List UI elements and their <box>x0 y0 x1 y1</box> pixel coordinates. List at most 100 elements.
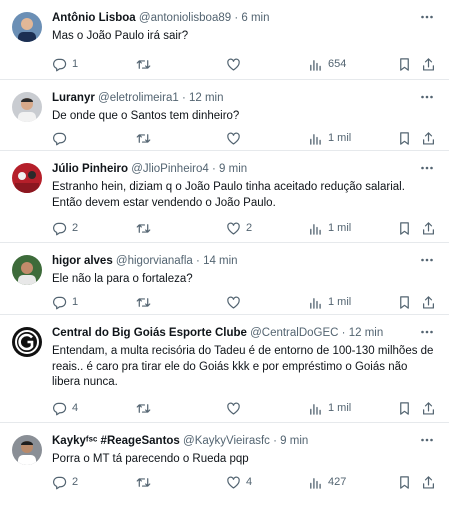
retweet-button[interactable] <box>136 56 156 72</box>
separator-dot: · <box>211 163 216 175</box>
like-button[interactable]: 2 <box>226 220 252 236</box>
avatar[interactable] <box>12 327 42 357</box>
reply-button[interactable]: 2 <box>52 220 78 236</box>
like-button[interactable] <box>226 400 246 416</box>
heart-icon <box>227 222 240 235</box>
like-button[interactable] <box>226 56 246 72</box>
more-options-icon[interactable] <box>419 90 435 104</box>
bookmark-button[interactable] <box>397 220 412 236</box>
retweet-button[interactable] <box>136 400 156 416</box>
share-button[interactable] <box>421 130 436 146</box>
retweet-button[interactable] <box>136 220 156 236</box>
views-button[interactable]: 1 mil <box>308 294 351 310</box>
share-button[interactable] <box>421 220 436 236</box>
author-name[interactable]: Antônio Lisboa <box>52 12 136 24</box>
retweet-button[interactable] <box>136 130 156 146</box>
tweet[interactable]: Antônio Lisboa @antoniolisboa89 · 6 min … <box>0 0 449 80</box>
reply-icon <box>53 222 67 235</box>
author-name[interactable]: Luranyr <box>52 92 95 104</box>
bookmark-icon <box>400 401 409 415</box>
bookmark-button[interactable] <box>397 130 412 146</box>
timestamp[interactable]: 12 min <box>189 92 224 104</box>
separator-dot: · <box>196 255 200 267</box>
tweet-header: Luranyr @eletrolimeira1 · 12 min <box>52 90 435 106</box>
avatar[interactable] <box>12 92 42 122</box>
retweet-icon <box>136 133 151 143</box>
timestamp[interactable]: 9 min <box>280 435 308 447</box>
retweet-icon <box>136 477 151 487</box>
more-options-icon[interactable] <box>419 325 435 339</box>
views-chart-icon <box>310 403 321 415</box>
share-button[interactable] <box>421 474 436 490</box>
reply-icon <box>53 476 67 489</box>
view-count: 1 mil <box>328 296 352 308</box>
retweet-button[interactable] <box>136 474 156 490</box>
bookmark-button[interactable] <box>397 56 412 72</box>
more-options-icon[interactable] <box>419 161 435 175</box>
views-button[interactable]: 427 <box>308 474 346 490</box>
views-button[interactable]: 1 mil <box>308 130 351 146</box>
separator-dot: · <box>341 327 346 339</box>
reply-button[interactable]: 4 <box>52 400 78 416</box>
timestamp[interactable]: 14 min <box>203 255 238 267</box>
views-button[interactable]: 1 mil <box>308 220 351 236</box>
timestamp[interactable]: 9 min <box>219 163 247 175</box>
author-handle[interactable]: @eletrolimeira1 <box>98 92 179 104</box>
tweet-text: Ele não la para o fortaleza? <box>52 273 193 285</box>
more-options-icon[interactable] <box>419 10 435 24</box>
avatar[interactable] <box>12 255 42 285</box>
author-name[interactable]: Central do Big Goiás Esporte Clube <box>52 327 247 339</box>
tweet-text: Entendam, a multa recisória do Tadeu é d… <box>52 345 434 388</box>
bookmark-button[interactable] <box>397 474 412 490</box>
bookmark-icon <box>400 221 409 235</box>
like-button[interactable] <box>226 130 246 146</box>
author-handle[interactable]: @higorvianafla <box>116 255 193 267</box>
author-name[interactable]: Kaykyᶠˢᶜ #ReageSantos <box>52 435 180 447</box>
tweet-header: Júlio Pinheiro @JlioPinheiro4 · 9 min <box>52 161 435 177</box>
author-handle[interactable]: @KaykyVieirasfc <box>183 435 270 447</box>
author-handle[interactable]: @JlioPinheiro4 <box>131 163 209 175</box>
reply-button[interactable]: 1 <box>52 294 78 310</box>
tweet[interactable]: Luranyr @eletrolimeira1 · 12 min De onde… <box>0 80 449 151</box>
tweet[interactable]: higor alves @higorvianafla · 14 min Ele … <box>0 243 449 315</box>
retweet-button[interactable] <box>136 294 156 310</box>
heart-icon <box>227 402 240 415</box>
share-button[interactable] <box>421 56 436 72</box>
separator-dot: · <box>181 92 186 104</box>
author-handle[interactable]: @antoniolisboa89 <box>139 12 231 24</box>
tweet[interactable]: Júlio Pinheiro @JlioPinheiro4 · 9 min Es… <box>0 151 449 243</box>
reply-button[interactable]: 1 <box>52 56 78 72</box>
view-count: 427 <box>328 476 347 488</box>
timestamp[interactable]: 6 min <box>241 12 269 24</box>
tweet[interactable]: Kaykyᶠˢᶜ #ReageSantos @KaykyVieirasfc · … <box>0 423 449 506</box>
avatar[interactable] <box>12 163 42 193</box>
share-button[interactable] <box>421 400 436 416</box>
like-count: 4 <box>246 476 253 488</box>
tweet[interactable]: Central do Big Goiás Esporte Clube @Cent… <box>0 315 449 423</box>
tweet-header: Antônio Lisboa @antoniolisboa89 · 6 min <box>52 10 435 26</box>
share-icon <box>423 295 434 309</box>
like-count: 2 <box>246 222 253 234</box>
heart-icon <box>227 58 240 71</box>
bookmark-button[interactable] <box>397 400 412 416</box>
like-button[interactable] <box>226 294 246 310</box>
share-icon <box>423 401 434 415</box>
share-button[interactable] <box>421 294 436 310</box>
author-name[interactable]: Júlio Pinheiro <box>52 163 128 175</box>
avatar[interactable] <box>12 12 42 42</box>
author-handle[interactable]: @CentralDoGEC <box>250 327 338 339</box>
views-button[interactable]: 1 mil <box>308 400 351 416</box>
author-name[interactable]: higor alves <box>52 255 113 267</box>
more-options-icon[interactable] <box>419 253 435 267</box>
reply-button[interactable] <box>52 130 72 146</box>
avatar[interactable] <box>12 435 42 465</box>
like-button[interactable]: 4 <box>226 474 252 490</box>
views-button[interactable]: 654 <box>308 56 346 72</box>
tweet-actions: 1 1 mil <box>52 294 435 310</box>
reply-button[interactable]: 2 <box>52 474 78 490</box>
share-icon <box>423 57 434 71</box>
more-options-icon[interactable] <box>419 433 435 447</box>
timestamp[interactable]: 12 min <box>349 327 384 339</box>
tweet-actions: 2 2 1 mil <box>52 220 435 236</box>
bookmark-button[interactable] <box>397 294 412 310</box>
